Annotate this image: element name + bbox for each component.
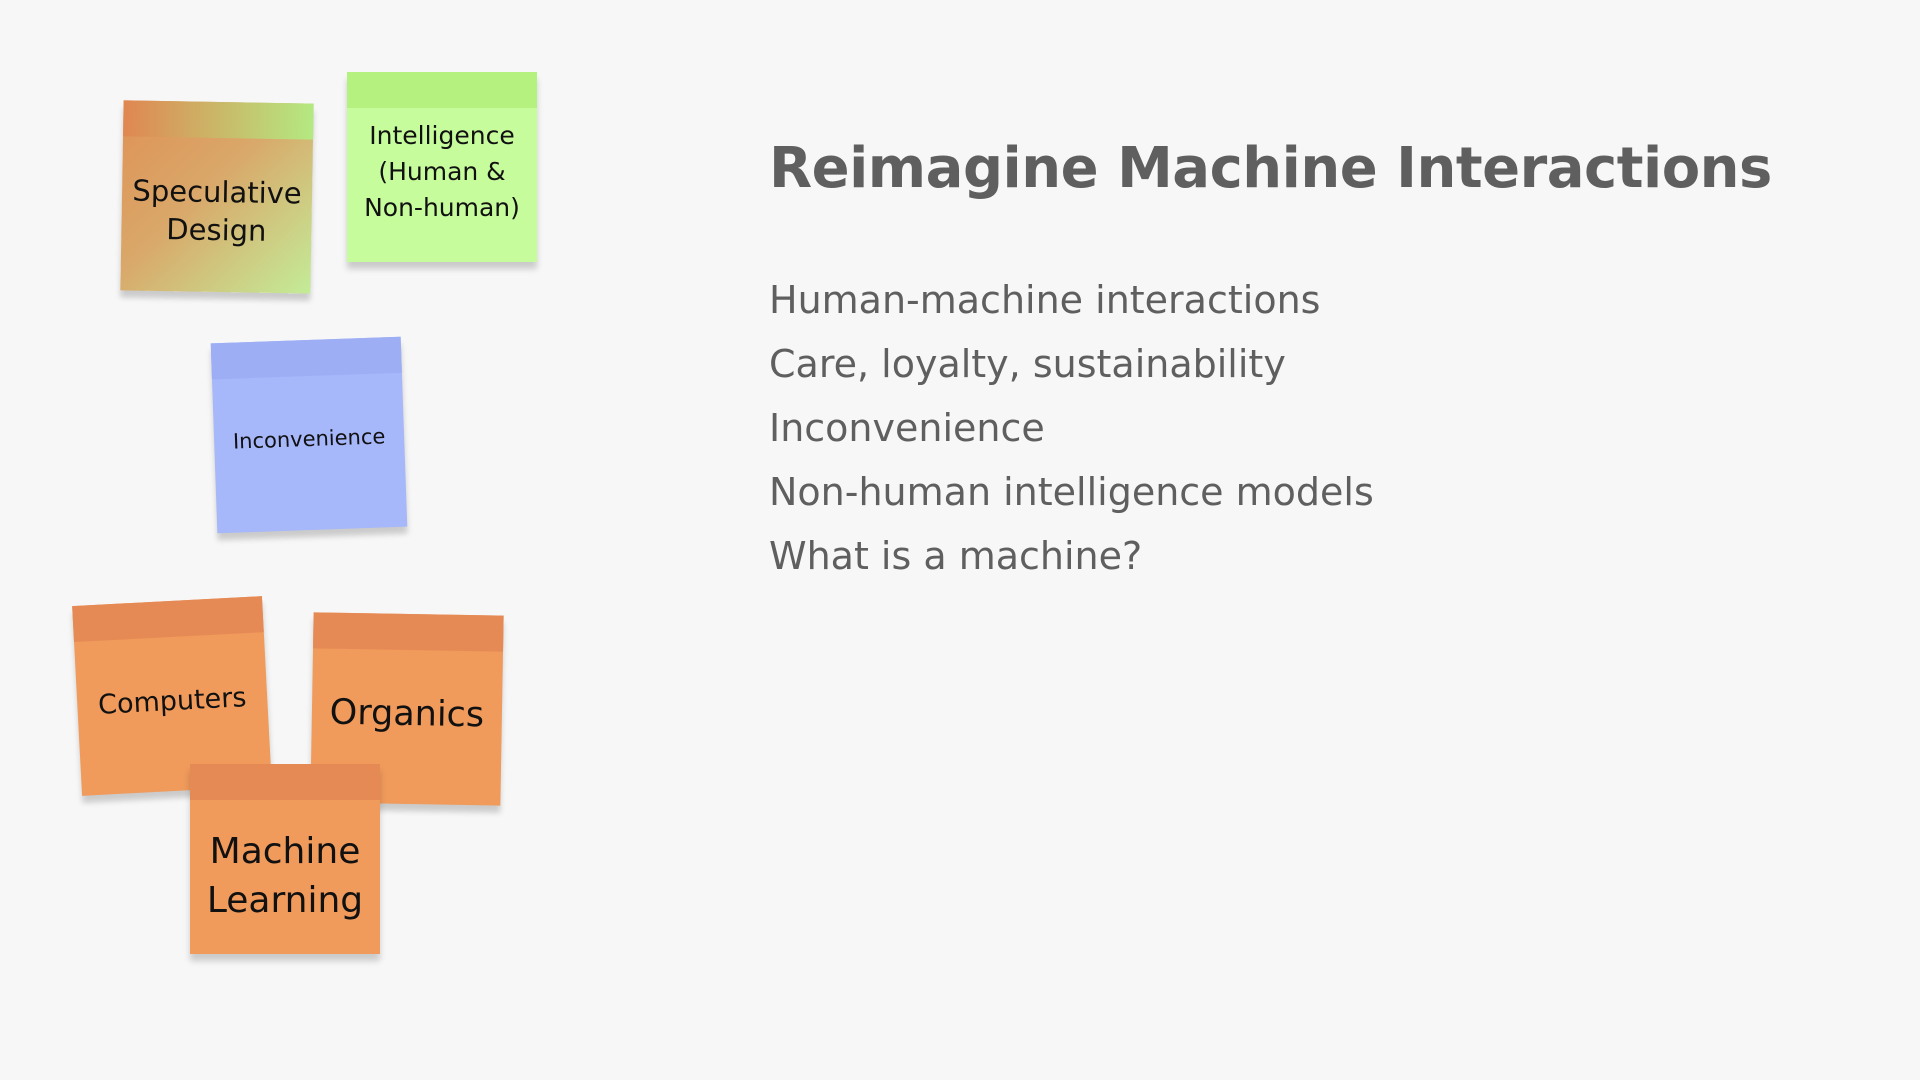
sticky-note-intelligence[interactable]: Intelligence (Human & Non-human) (347, 72, 537, 262)
topic-item: Human-machine interactions (769, 278, 1321, 322)
sticky-note-inconvenience[interactable]: Inconvenience (210, 336, 408, 534)
sticky-note-machine-learning[interactable]: Machine Learning (190, 764, 380, 954)
sticky-note-line: Organics (329, 692, 485, 736)
topic-item: Care, loyalty, sustainability (769, 342, 1286, 386)
sticky-note-line: Non-human) (364, 193, 520, 223)
sticky-note-line: Intelligence (369, 120, 515, 150)
sticky-note-speculative-design[interactable]: Speculative Design (120, 100, 314, 294)
topic-item: Inconvenience (769, 406, 1045, 450)
sticky-note-header-strip (347, 72, 537, 108)
topic-item: Non-human intelligence models (769, 470, 1374, 514)
sticky-note-line: Design (166, 212, 267, 248)
sticky-note-label: Organics (321, 679, 492, 739)
sticky-note-label: Speculative Design (123, 143, 310, 252)
sticky-note-header-strip (72, 596, 264, 643)
sticky-note-header-strip (313, 612, 504, 652)
sticky-note-header-strip (123, 100, 314, 140)
topic-list: Human-machine interactions Care, loyalty… (769, 268, 1374, 588)
sticky-note-label: Machine Learning (199, 792, 371, 925)
sticky-note-line: Learning (206, 880, 364, 921)
sticky-note-label: Intelligence (Human & Non-human) (356, 108, 528, 227)
slide-canvas: Speculative Design Intelligence (Human &… (0, 0, 1920, 1080)
slide-title: Reimagine Machine Interactions (769, 136, 1772, 201)
sticky-note-line: Inconvenience (232, 424, 386, 454)
sticky-note-label: Computers (89, 668, 256, 724)
sticky-note-header-strip (210, 336, 402, 380)
sticky-note-line: Speculative (132, 173, 302, 211)
sticky-note-line: Computers (97, 682, 248, 722)
topic-item: What is a machine? (769, 534, 1143, 578)
sticky-note-line: Machine (209, 831, 361, 873)
sticky-note-label: Inconvenience (224, 413, 394, 456)
sticky-note-line: (Human & (378, 156, 506, 186)
